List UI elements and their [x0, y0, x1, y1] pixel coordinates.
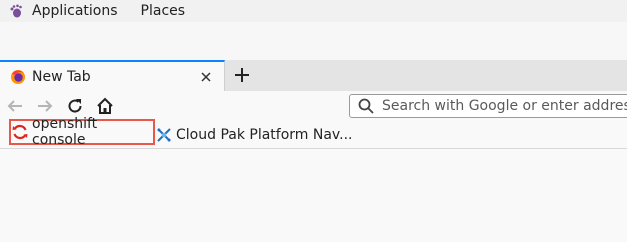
close-icon[interactable] [198, 69, 214, 85]
window-titlebar [0, 22, 627, 61]
back-button[interactable] [6, 97, 24, 115]
home-button[interactable] [96, 97, 114, 115]
url-bar[interactable] [349, 94, 627, 118]
bookmark-label: Cloud Pak Platform Nav... [176, 127, 353, 143]
plus-icon [235, 68, 249, 82]
bookmarks-toolbar: openshift console Cloud Pak Platform Nav… [0, 116, 627, 149]
forward-button[interactable] [36, 97, 54, 115]
bookmark-label: openshift console [32, 116, 98, 148]
search-icon [358, 98, 374, 114]
tab-strip: New Tab [0, 60, 627, 92]
cloud-pak-icon [157, 128, 171, 142]
reload-button[interactable] [66, 97, 84, 115]
reload-icon [68, 99, 82, 113]
places-menu[interactable]: Places [141, 3, 186, 19]
bookmark-cloud-pak[interactable]: Cloud Pak Platform Nav... [157, 122, 352, 148]
tab-title: New Tab [32, 68, 91, 85]
applications-menu[interactable]: Applications [32, 3, 118, 19]
back-arrow-icon [7, 100, 22, 112]
home-icon [97, 97, 113, 114]
page-content [0, 149, 627, 242]
gnome-foot-icon [9, 4, 23, 18]
bookmark-openshift-console[interactable]: openshift console [9, 116, 155, 148]
forward-arrow-icon [38, 100, 53, 112]
new-tab-button[interactable] [232, 65, 252, 85]
gnome-top-panel: Applications Places [0, 0, 627, 23]
search-input[interactable] [382, 98, 627, 114]
firefox-icon [10, 69, 26, 85]
tab-new-tab[interactable]: New Tab [0, 60, 225, 91]
openshift-refresh-icon [12, 124, 28, 140]
